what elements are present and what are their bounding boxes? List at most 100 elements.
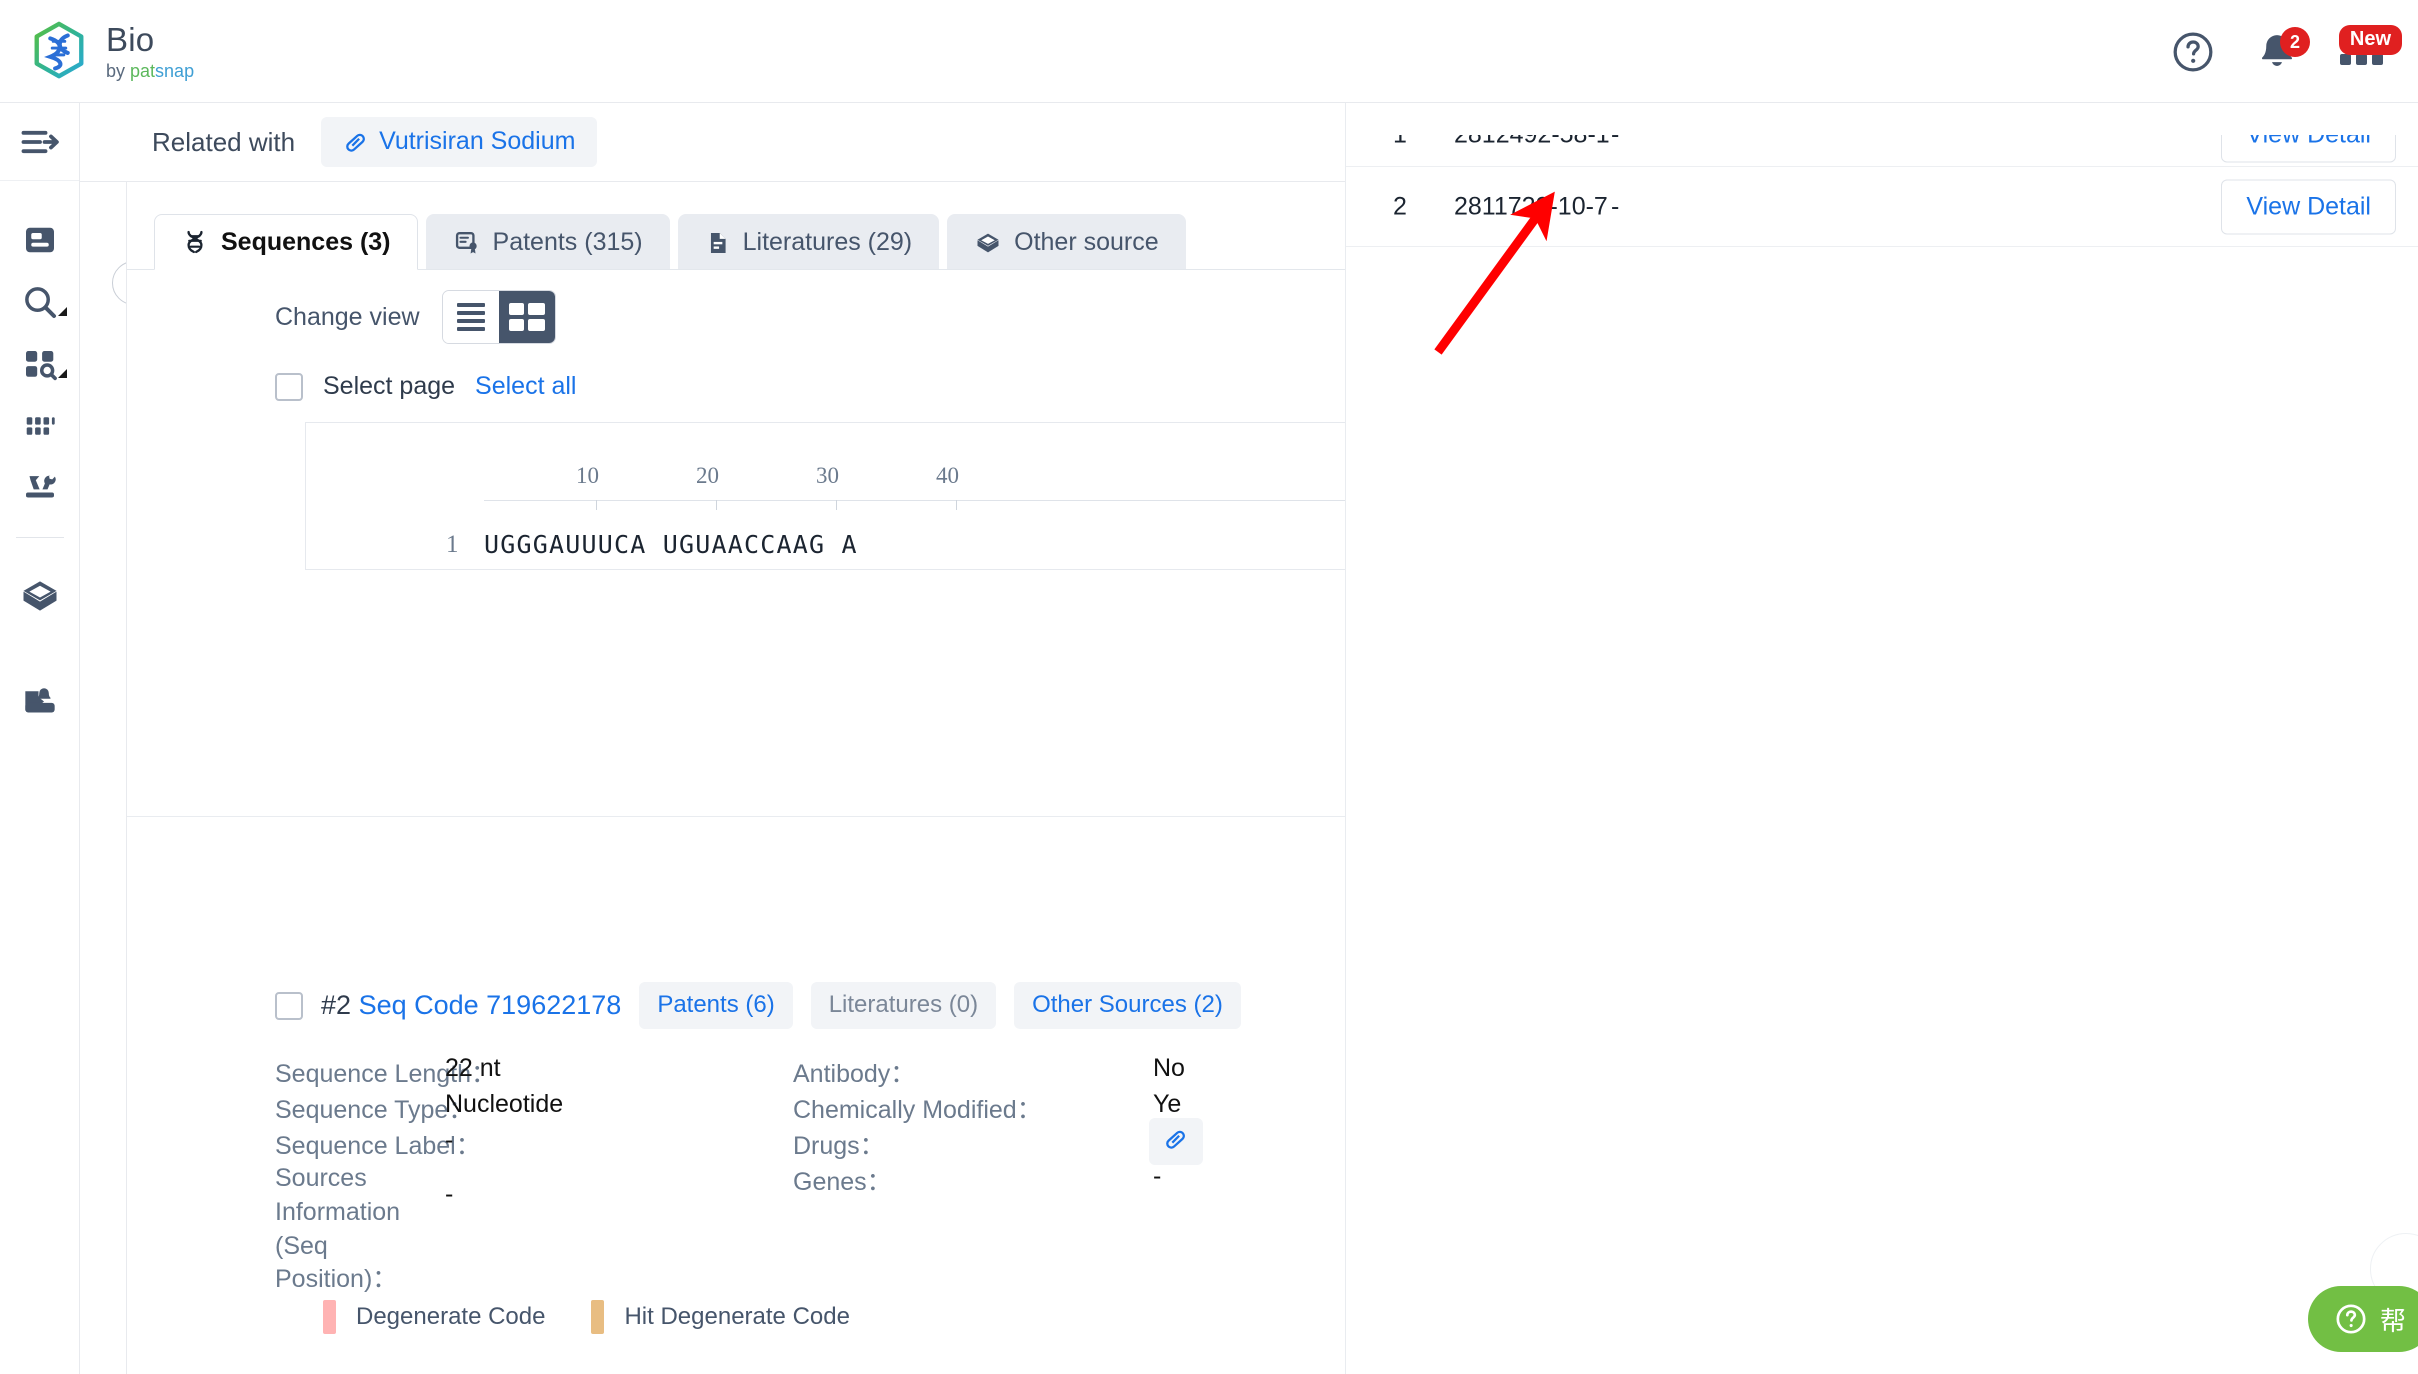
help-chat-widget[interactable]: 帮: [2307, 1286, 2418, 1352]
tab-other-sources[interactable]: Other source: [947, 214, 1186, 270]
ruler-tick: [716, 500, 717, 510]
brand-logo-area[interactable]: Bio by patsnap: [28, 20, 194, 82]
bio-hexagon-dna-logo-icon: [34, 21, 84, 79]
brand-snap: snap: [155, 60, 195, 81]
ruler-tick: [836, 500, 837, 510]
meta-sequence-label-value: -: [445, 1126, 453, 1155]
meta-key: Sources Information (Seq Position)：: [275, 1164, 401, 1294]
tab-patents[interactable]: Patents (315): [425, 214, 670, 270]
table-row[interactable]: 2 2811729-10-7 - View Detail: [1346, 167, 2418, 247]
ruler-tick: [596, 500, 597, 510]
meta-value: No: [1153, 1054, 1185, 1082]
sequence-row-number: 1: [446, 531, 459, 558]
notifications-button[interactable]: 2: [2254, 26, 2310, 75]
meta-value: -: [445, 1180, 454, 1208]
question-circle-icon: [2336, 1304, 2366, 1334]
brand-pat: pat: [130, 60, 156, 81]
patent-icon: [455, 231, 477, 253]
columns-icon: [26, 417, 55, 435]
app-root: Bio by patsnap 2 New Related with Vutris…: [0, 0, 2418, 1374]
ruler-label: 40: [936, 463, 959, 488]
capsule-icon: [1166, 1130, 1185, 1149]
sidebar-item-structure-search[interactable]: [0, 333, 79, 395]
tab-sequences-label: Sequences (3): [221, 227, 391, 256]
grid-search-icon: [25, 351, 57, 381]
tab-other-sources-label: Other source: [1014, 228, 1159, 256]
related-drug-chip[interactable]: Vutrisiran Sodium: [321, 117, 598, 167]
sidebar-item-tools[interactable]: [0, 457, 79, 519]
sidebar-item-other-sources[interactable]: [0, 556, 79, 636]
tools-icon: [25, 475, 56, 498]
row-index: 2: [1393, 192, 1407, 220]
degenerate-code-legend: Degenerate Code Hit Degenerate Code: [323, 1300, 850, 1334]
left-icon-rail: [0, 103, 80, 1374]
sequence-2-patents-pill[interactable]: Patents (6): [639, 982, 793, 1029]
tab-sequences[interactable]: Sequences (3): [154, 214, 418, 270]
sidebar-item-alerts[interactable]: [0, 660, 79, 740]
meta-chemically-modified-value: Ye: [1153, 1090, 1181, 1119]
ruler-tick: [956, 500, 957, 510]
tab-patents-label: Patents (315): [492, 228, 643, 256]
meta-key: Antibody：: [793, 1060, 916, 1088]
select-page-checkbox[interactable]: [275, 372, 303, 401]
sidebar-item-documents[interactable]: [0, 209, 79, 271]
ruler-label: 20: [696, 463, 719, 488]
view-detail-button[interactable]: View Detail: [2221, 179, 2396, 234]
degenerate-code-label: Degenerate Code: [356, 1303, 546, 1330]
sequence-2-literatures-pill[interactable]: Literatures (0): [810, 982, 997, 1029]
cube-icon: [977, 233, 999, 252]
meta-sources-information-value: -: [445, 1180, 453, 1209]
meta-sequence-type-value: Nucleotide: [445, 1090, 563, 1119]
sequence-2-title: #2 Seq Code 719622178: [321, 990, 621, 1021]
tab-literatures-label: Literatures (29): [742, 228, 913, 256]
apps-new-badge: New: [2338, 24, 2402, 55]
sidebar-item-datasets[interactable]: [0, 395, 79, 457]
select-all-link[interactable]: Select all: [475, 372, 576, 401]
sequence-residues: UGGGAUUUCA UGUAACCAAG A: [484, 530, 858, 559]
meta-key: Genes：: [793, 1168, 892, 1196]
related-with-label: Related with: [152, 126, 296, 157]
meta-value: 22 nt: [445, 1054, 501, 1082]
panel-top-clip: [1346, 103, 2418, 135]
list-view-icon[interactable]: [442, 291, 499, 343]
change-view-label: Change view: [275, 302, 420, 331]
meta-genes: Genes：: [793, 1162, 892, 1198]
meta-antibody-value: No: [1153, 1054, 1185, 1083]
help-button[interactable]: [2170, 29, 2216, 75]
meta-genes-value: -: [1153, 1162, 1161, 1191]
tab-literatures[interactable]: Literatures (29): [677, 214, 940, 270]
meta-sequence-type: Sequence Type：: [275, 1090, 473, 1126]
search-expand-caret-icon: [58, 307, 67, 316]
sidebar-item-search[interactable]: [0, 271, 79, 333]
sequence-2-code: Seq Code 719622178: [358, 990, 622, 1020]
selection-row: Select page Select all: [275, 372, 577, 401]
meta-antibody: Antibody：: [793, 1054, 915, 1090]
document-icon: [25, 227, 54, 253]
view-toggle-group: [441, 290, 556, 344]
inbox-alert-icon: [24, 688, 55, 713]
literature-icon: [710, 232, 726, 253]
hit-degenerate-code-label: Hit Degenerate Code: [624, 1303, 850, 1330]
question-circle-icon: [2173, 32, 2213, 71]
collapse-panel-icon: [21, 130, 59, 153]
change-view-row: Change view: [275, 290, 556, 344]
meta-key: Chemically Modified：: [793, 1096, 1042, 1124]
notification-badge: 2: [2280, 26, 2310, 57]
sequence-card-2-header: #2 Seq Code 719622178 Patents (6) Litera…: [275, 982, 1241, 1029]
meta-value: Nucleotide: [445, 1090, 564, 1118]
meta-drugs: Drugs：: [793, 1126, 885, 1162]
sidebar-collapse-button[interactable]: [0, 103, 79, 181]
select-page-label: Select page: [323, 372, 456, 400]
degenerate-code-swatch: [323, 1300, 336, 1334]
sequence-2-other-sources-pill[interactable]: Other Sources (2): [1014, 982, 1241, 1029]
sequence-2-index: #2: [321, 990, 352, 1020]
help-widget-label: 帮: [2379, 1305, 2406, 1336]
rail-divider: [15, 537, 64, 538]
sequence-2-checkbox[interactable]: [275, 991, 303, 1020]
meta-drugs-chip[interactable]: [1149, 1118, 1203, 1165]
row-value: -: [1611, 192, 1620, 220]
apps-menu-button[interactable]: New: [2338, 24, 2402, 75]
card-view-icon[interactable]: [498, 291, 555, 343]
meta-key: Drugs：: [793, 1132, 885, 1160]
capsule-icon: [346, 133, 366, 152]
